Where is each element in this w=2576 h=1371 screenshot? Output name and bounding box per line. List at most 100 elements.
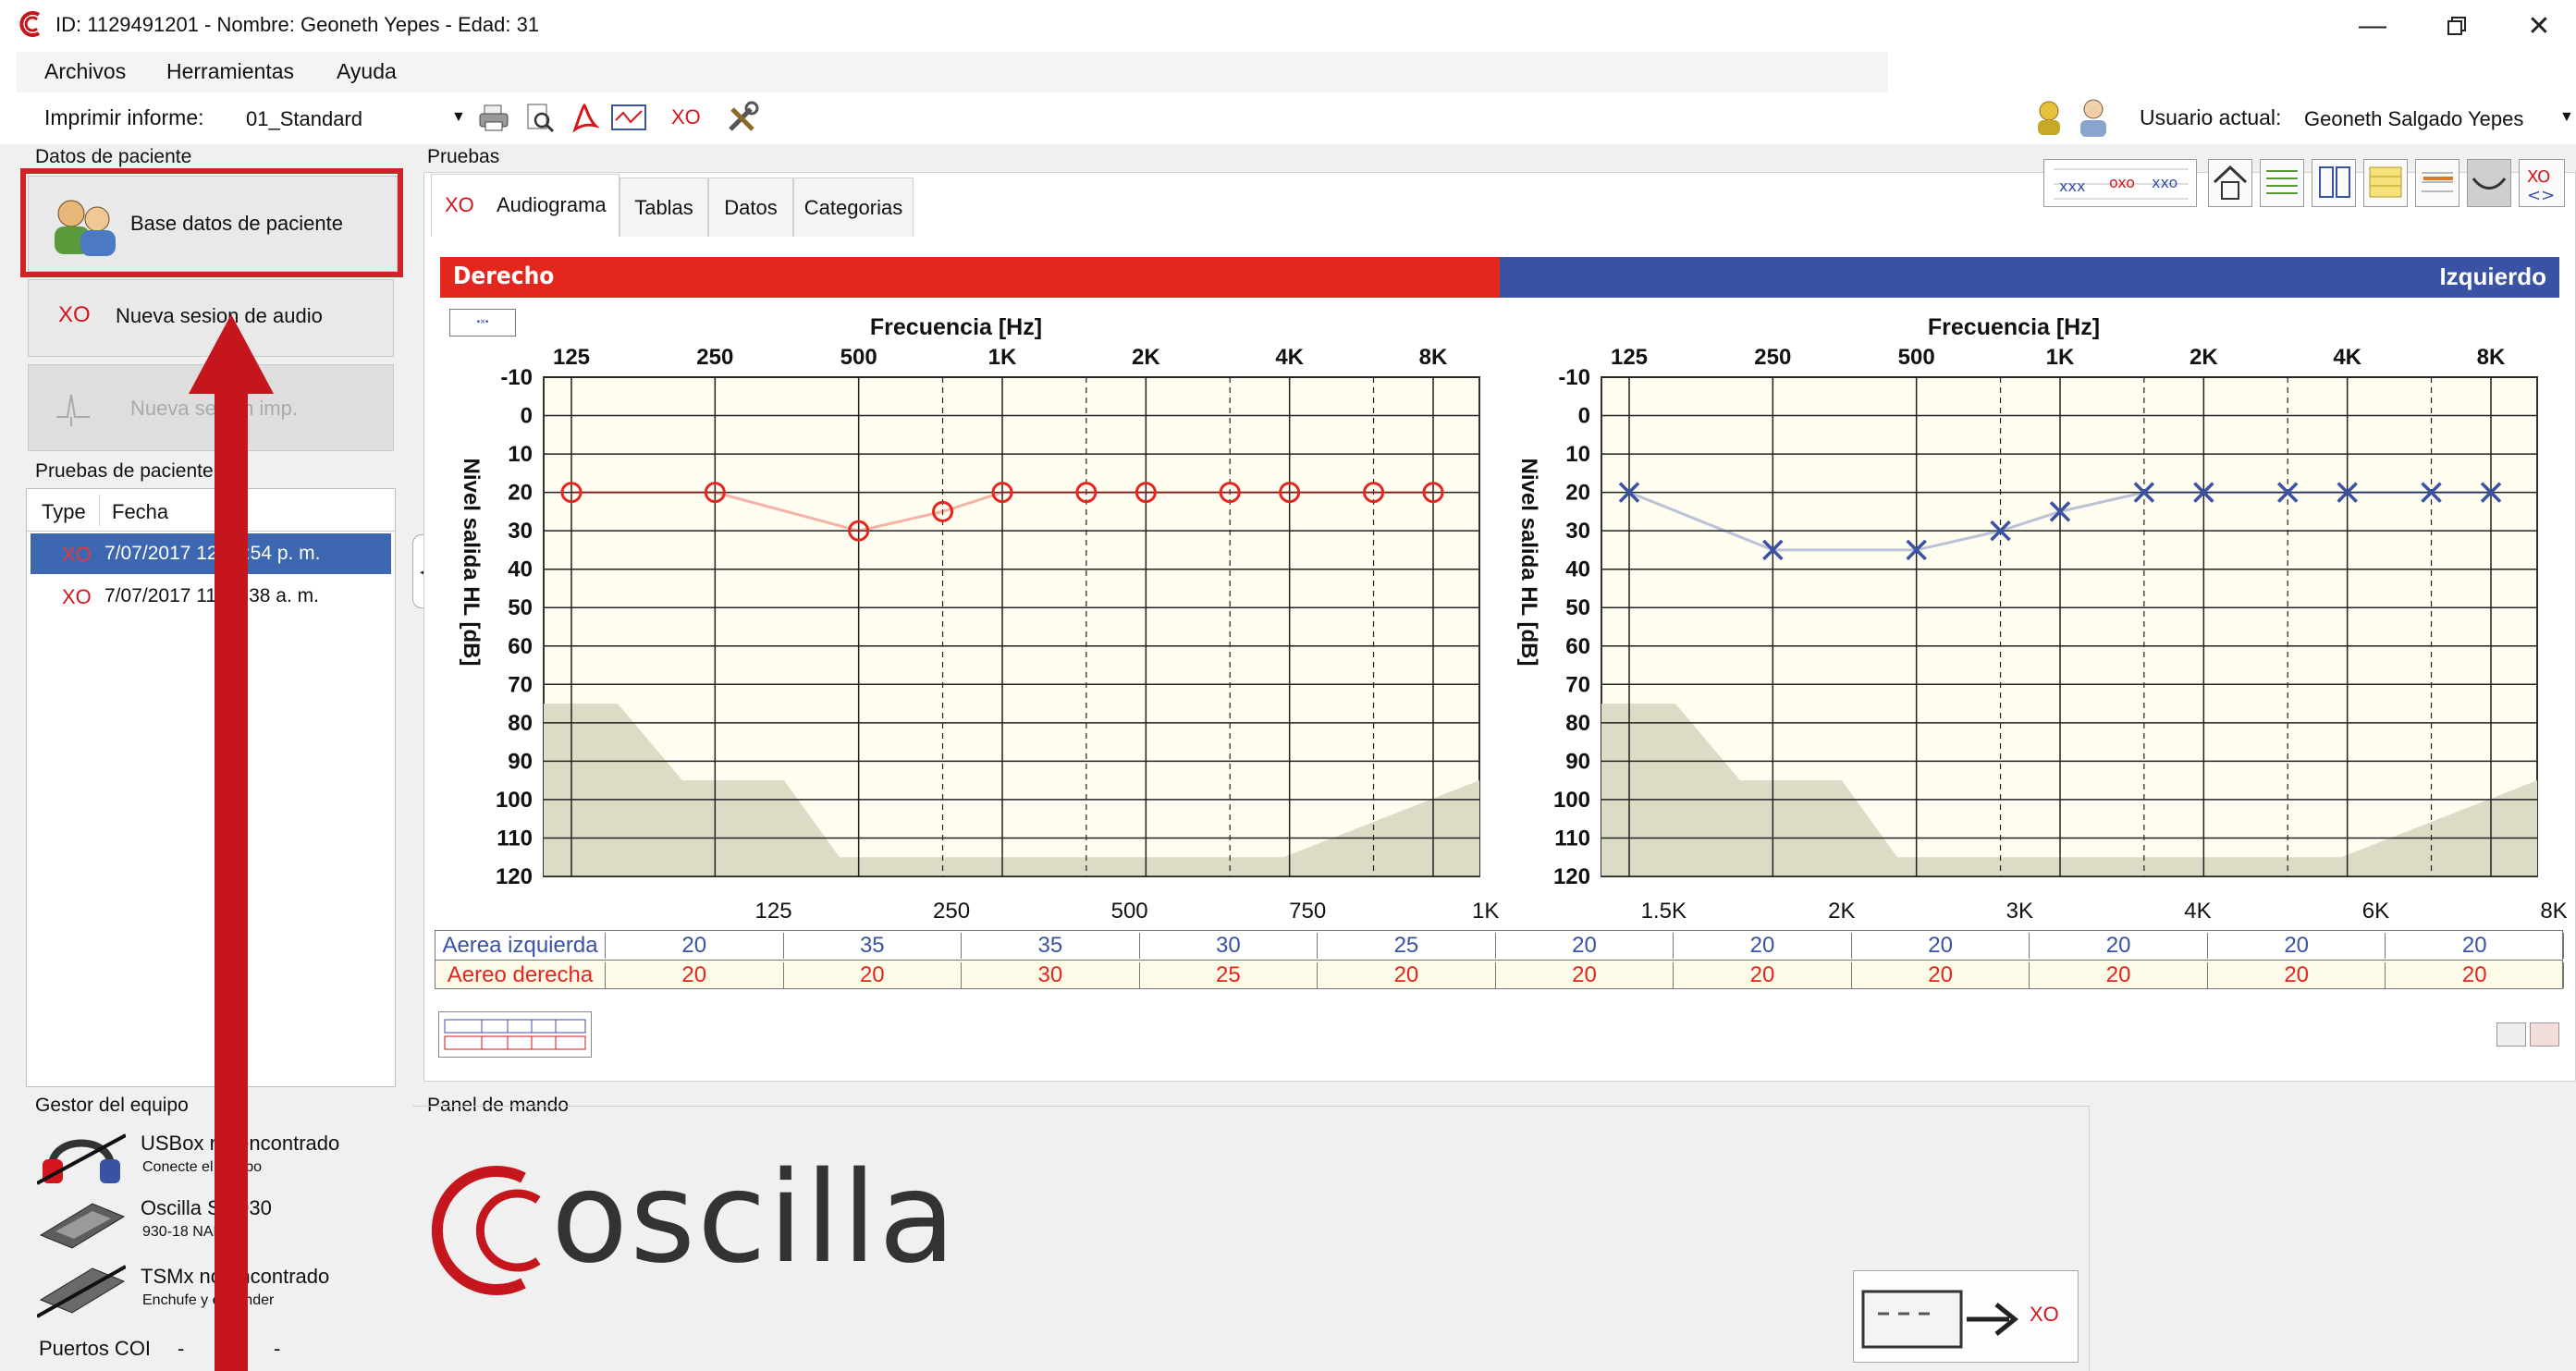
- x-axis-title: Frecuencia [Hz]: [1928, 314, 2100, 340]
- restore-button[interactable]: [2427, 6, 2486, 46]
- menu-ayuda[interactable]: Ayuda: [337, 59, 397, 84]
- tab-audiograma[interactable]: XO Audiograma: [431, 174, 619, 237]
- y-tick-label: 0: [521, 404, 533, 429]
- menu-archivos[interactable]: Archivos: [44, 59, 126, 84]
- export-chart-icon[interactable]: [610, 102, 647, 133]
- table-cell: 30: [962, 962, 1140, 988]
- minimize-button[interactable]: —: [2343, 6, 2402, 46]
- transfer-data-button[interactable]: XO: [1853, 1270, 2079, 1363]
- compare-icon[interactable]: [2530, 1022, 2559, 1047]
- mini-table-icon[interactable]: [438, 1011, 592, 1058]
- table-cell: 20: [2386, 933, 2564, 959]
- y-tick-label: 90: [508, 749, 533, 774]
- x-tick-label: 500: [840, 345, 877, 370]
- test-type-xo-icon: XO: [62, 543, 92, 566]
- table-row: Aereo derecha 20 20 30 25 20 20 20 20 20 20 20: [435, 960, 2564, 989]
- table-row-label: Aerea izquierda: [435, 933, 606, 959]
- table-header-cell: 4K: [2184, 899, 2212, 924]
- xo-legend-icon[interactable]: XO <>: [2519, 159, 2565, 207]
- tab-datos[interactable]: Datos: [708, 177, 793, 237]
- print-preview-icon[interactable]: [523, 102, 557, 133]
- table-header-cell: 8K: [2540, 899, 2568, 924]
- annotation-arrow: [189, 314, 274, 1371]
- y-tick-label: 100: [496, 788, 533, 813]
- table-cell: 20: [1674, 962, 1852, 988]
- current-user-label: Usuario actual:: [2140, 105, 2282, 129]
- table-cell: 20: [606, 962, 784, 988]
- user-dropdown-arrow-icon[interactable]: ▼: [2559, 109, 2574, 126]
- patient-tests-group-label: Pruebas de paciente: [35, 460, 214, 482]
- table-header-cell: 6K: [2361, 899, 2390, 924]
- y-tick-label: 110: [497, 826, 533, 851]
- current-user-select[interactable]: Geoneth Salgado Yepes: [2304, 107, 2523, 131]
- dropdown-arrow-icon[interactable]: ▼: [451, 109, 466, 126]
- y-tick-label: 20: [1565, 481, 1590, 506]
- house-view-icon[interactable]: [2208, 159, 2252, 207]
- xo-toolbar-icon[interactable]: XO: [671, 105, 701, 129]
- right-ear-label: Derecho: [453, 263, 555, 290]
- y-tick-label: 80: [1565, 711, 1590, 736]
- curve-view-icon[interactable]: [2467, 159, 2511, 207]
- y-tick-label: 80: [508, 711, 533, 736]
- overlay-view-icon[interactable]: xxx oxo xxo: [2043, 159, 2197, 207]
- x-tick-label: 250: [1754, 345, 1791, 370]
- table-cell: 20: [2208, 933, 2386, 959]
- x-tick-label: 1K: [2046, 345, 2075, 370]
- y-tick-label: -10: [1558, 365, 1590, 390]
- masking-view-icon[interactable]: [2363, 159, 2408, 207]
- y-tick-label: 10: [1565, 442, 1590, 467]
- tools-icon[interactable]: [725, 100, 760, 135]
- x-tick-label: 125: [553, 345, 590, 370]
- menu-herramientas[interactable]: Herramientas: [166, 59, 294, 84]
- svg-text:xxx: xxx: [2059, 177, 2085, 195]
- table-cell: 20: [606, 933, 784, 959]
- close-button[interactable]: ✕: [2509, 6, 2569, 46]
- app-logo-icon: [18, 11, 44, 37]
- table-header-cell: 1.5K: [1640, 899, 1687, 924]
- print-report-select[interactable]: 01_Standard: [246, 107, 362, 131]
- device-manager-group-label: Gestor del equipo: [35, 1095, 189, 1116]
- tab-tablas-label: Tablas: [634, 195, 693, 219]
- y-tick-label: 110: [1554, 826, 1590, 851]
- print-report-label: Imprimir informe:: [44, 105, 204, 129]
- table-view-icon[interactable]: [2312, 159, 2356, 207]
- toolbar: Imprimir informe: 01_Standard ▼ XO Usuar…: [0, 92, 2576, 144]
- svg-text:oxo: oxo: [2109, 174, 2135, 191]
- table-cell: 20: [1852, 933, 2030, 959]
- tab-categorias[interactable]: Categorias: [793, 177, 914, 237]
- settings-user-icon[interactable]: [2030, 96, 2067, 137]
- tests-col-fecha[interactable]: Fecha: [112, 500, 168, 524]
- tab-tablas[interactable]: Tablas: [619, 177, 708, 237]
- table-cell: 35: [784, 933, 963, 959]
- audiogram-xo-icon: XO: [445, 193, 474, 216]
- y-tick-label: 30: [1565, 519, 1590, 544]
- table-cell: 35: [962, 933, 1140, 959]
- table-header-cell: 750: [1289, 899, 1327, 924]
- printer-icon[interactable]: [477, 102, 510, 133]
- table-cell: 20: [2386, 962, 2564, 988]
- imp-session-icon: [55, 389, 92, 426]
- left-ear-label: Izquierdo: [2439, 263, 2546, 290]
- tests-col-type[interactable]: Type: [42, 500, 86, 524]
- title-bar: ID: 1129491201 - Nombre: Geoneth Yepes -…: [0, 0, 2576, 52]
- audiogram-charts: -100102030405060708090100110120125 250 500…: [459, 314, 2538, 889]
- com-ports-value: -: [178, 1337, 185, 1360]
- headphones-icon: [36, 1126, 127, 1185]
- x-tick-label: 500: [1898, 345, 1935, 370]
- user-icon[interactable]: [2075, 96, 2112, 137]
- test-type-xo-icon: XO: [62, 585, 92, 608]
- grid-view-icon[interactable]: [2260, 159, 2304, 207]
- table-cell: 20: [1496, 962, 1674, 988]
- y-tick-label: 70: [508, 672, 533, 697]
- noise-view-icon[interactable]: [2415, 159, 2459, 207]
- pdf-icon[interactable]: [568, 102, 601, 133]
- y-tick-label: 70: [1565, 672, 1590, 697]
- expand-icon[interactable]: [2496, 1022, 2526, 1047]
- tab-datos-label: Datos: [724, 195, 778, 219]
- frequency-table: 125 250 500 750 1K 1.5K 2K 3K 4K 6K 8K Aerea izquie…: [435, 899, 2568, 995]
- window-title: ID: 1129491201 - Nombre: Geoneth Yepes -…: [55, 13, 540, 36]
- table-header-cell: 125: [754, 899, 792, 924]
- table-cell: 20: [1496, 933, 1674, 959]
- y-tick-label: 50: [1565, 595, 1590, 620]
- y-tick-label: 120: [496, 864, 533, 889]
